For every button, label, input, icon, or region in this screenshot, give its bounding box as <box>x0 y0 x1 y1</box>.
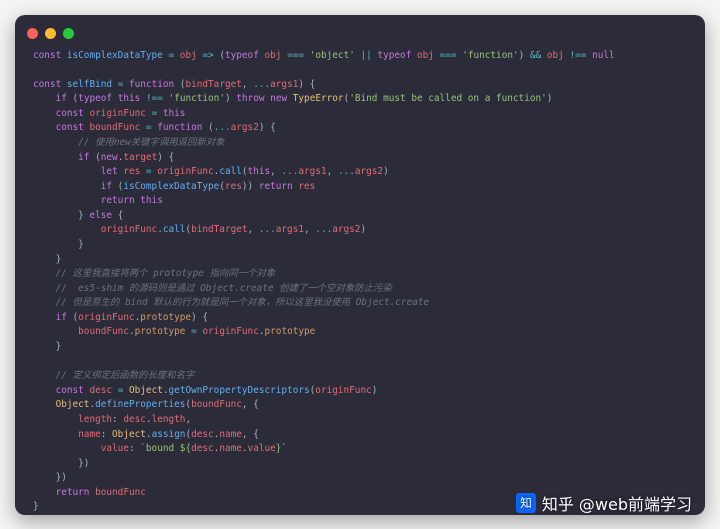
zhihu-icon: 知 <box>516 493 536 513</box>
code-window: const isComplexDataType = obj => (typeof… <box>15 15 705 515</box>
watermark-text: 知乎 @web前端学习 <box>542 491 692 515</box>
minimize-icon[interactable] <box>45 28 56 39</box>
code-area: const isComplexDataType = obj => (typeof… <box>15 45 705 515</box>
maximize-icon[interactable] <box>63 28 74 39</box>
watermark: 知 知乎 @web前端学习 <box>516 491 692 515</box>
svg-text:知: 知 <box>520 496 532 510</box>
close-icon[interactable] <box>27 28 38 39</box>
window-titlebar <box>15 15 705 45</box>
